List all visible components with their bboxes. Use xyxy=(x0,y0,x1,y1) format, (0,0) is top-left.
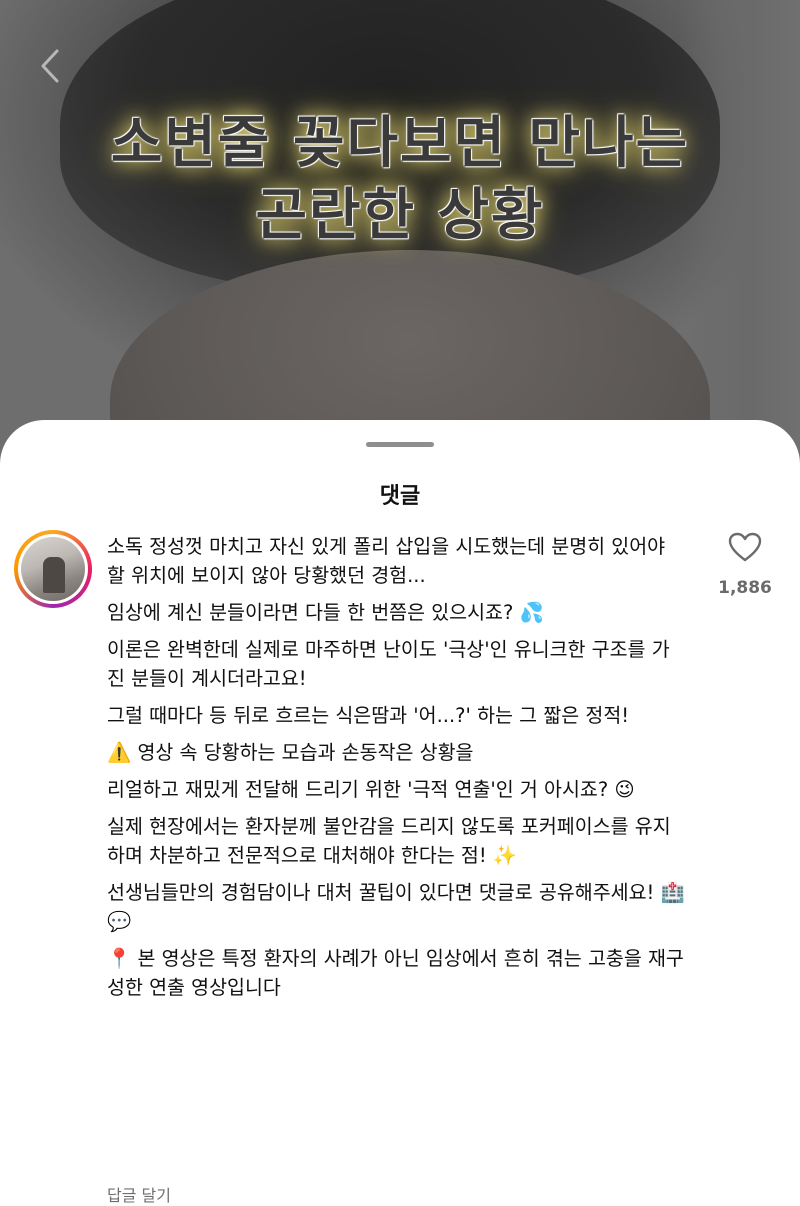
comment-paragraph: 선생님들만의 경험담이나 대처 꿀팁이 있다면 댓글로 공유해주세요! 🏥💬 xyxy=(107,881,685,933)
comment-paragraph: 리얼하고 재밌게 전달해 드리기 위한 '극적 연출'인 거 아시죠? 😉 xyxy=(107,778,635,801)
video-overlay-title: 소변줄 꽂다보면 만나는 곤란한 상황 xyxy=(0,108,800,252)
comments-sheet: 댓글 소독 정성껏 마치고 자신 있게 폴리 삽입을 시도했는데 분명히 있어야… xyxy=(0,420,800,1205)
comment-paragraph: 소독 정성껏 마치고 자신 있게 폴리 삽입을 시도했는데 분명히 있어야 할 … xyxy=(107,535,666,587)
comment-text: 소독 정성껏 마치고 자신 있게 폴리 삽입을 시도했는데 분명히 있어야 할 … xyxy=(107,532,687,1010)
comment-paragraph: 실제 현장에서는 환자분께 불안감을 드리지 않도록 포커페이스를 유지하며 차… xyxy=(107,815,671,867)
comment-paragraph: 임상에 계신 분들이라면 다들 한 번쯤은 있으시죠? 💦 xyxy=(107,601,544,624)
like-control: 1,886 xyxy=(710,532,780,598)
comment-paragraph: 📍 본 영상은 특정 환자의 사례가 아닌 임상에서 흔히 겪는 고충을 재구성… xyxy=(107,947,684,999)
sheet-title: 댓글 xyxy=(379,484,421,509)
comment-paragraph: 이론은 완벽한데 실제로 마주하면 난이도 '극상'인 유니크한 구조를 가진 … xyxy=(107,638,670,690)
video-overlay-title-line2: 곤란한 상황 xyxy=(255,183,545,248)
reply-button[interactable]: 답글 달기 xyxy=(107,1182,171,1206)
chevron-left-icon xyxy=(41,49,59,83)
comment-paragraph: 그럴 때마다 등 뒤로 흐르는 식은땀과 '어...?' 하는 그 짧은 정적! xyxy=(107,704,630,727)
avatar[interactable] xyxy=(14,530,92,608)
like-count: 1,886 xyxy=(718,578,772,598)
avatar-photo xyxy=(21,537,85,601)
heart-outline-icon[interactable] xyxy=(728,532,762,562)
back-button[interactable] xyxy=(30,44,70,88)
video-overlay-title-line1: 소변줄 꽂다보면 만나는 xyxy=(110,111,690,176)
comment-paragraph: ⚠️ 영상 속 당황하는 모습과 손동작은 상황을 xyxy=(107,741,474,764)
sheet-grabber[interactable] xyxy=(366,442,434,447)
